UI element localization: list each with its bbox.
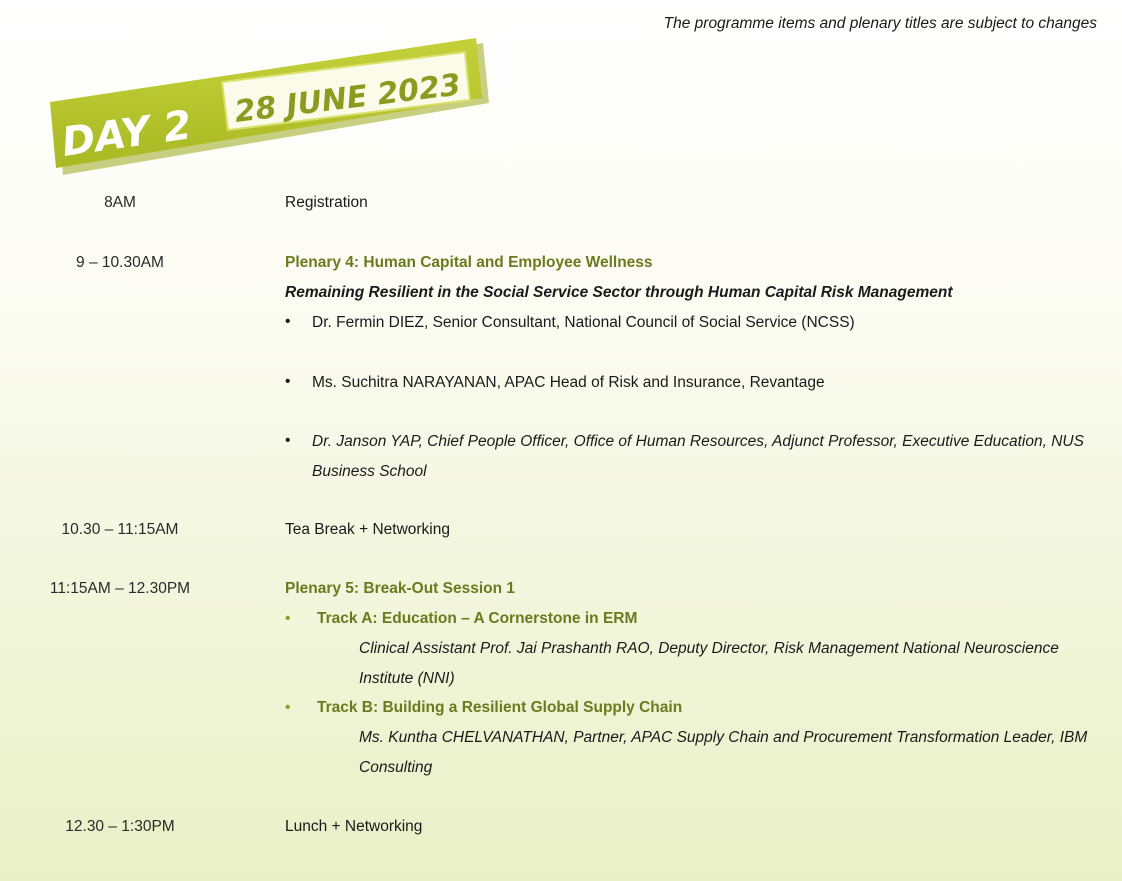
track-a-speaker: Clinical Assistant Prof. Jai Prashanth R… [359, 640, 1059, 687]
disclaimer-notice: The programme items and plenary titles a… [663, 15, 1097, 32]
plenary4-speaker-3: Dr. Janson YAP, Chief People Officer, Of… [312, 433, 1084, 480]
tea-break-time: 10.30 – 11:15AM [61, 521, 179, 538]
registration-label: Registration [285, 194, 368, 211]
track-b-speaker: Ms. Kuntha CHELVANATHAN, Partner, APAC S… [359, 729, 1088, 776]
plenary4-title: Plenary 4: Human Capital and Employee We… [285, 254, 653, 271]
plenary5-time: 11:15AM – 12.30PM [49, 580, 191, 597]
plenary4-speaker-1: Dr. Fermin DIEZ, Senior Consultant, Nati… [312, 314, 855, 331]
lunch-label: Lunch + Networking [285, 818, 423, 835]
bullet-icon: • [285, 610, 291, 627]
bullet-icon: • [285, 699, 291, 716]
plenary4-subtitle: Remaining Resilient in the Social Servic… [285, 284, 953, 301]
plenary4-speaker-2: Ms. Suchitra NARAYANAN, APAC Head of Ris… [312, 374, 825, 391]
bullet-icon: • [285, 373, 291, 390]
bullet-icon: • [285, 313, 291, 330]
lunch-time: 12.30 – 1:30PM [65, 818, 175, 835]
bullet-icon: • [285, 432, 291, 449]
plenary5-title: Plenary 5: Break-Out Session 1 [285, 580, 516, 597]
track-b-title: Track B: Building a Resilient Global Sup… [317, 699, 683, 716]
plenary4-time: 9 – 10.30AM [76, 254, 164, 271]
track-a-title: Track A: Education – A Cornerstone in ER… [317, 610, 638, 627]
tea-break-label: Tea Break + Networking [285, 521, 450, 538]
day-banner: DAY 2 28 JUNE 2023 [50, 38, 489, 175]
registration-time: 8AM [104, 194, 136, 211]
